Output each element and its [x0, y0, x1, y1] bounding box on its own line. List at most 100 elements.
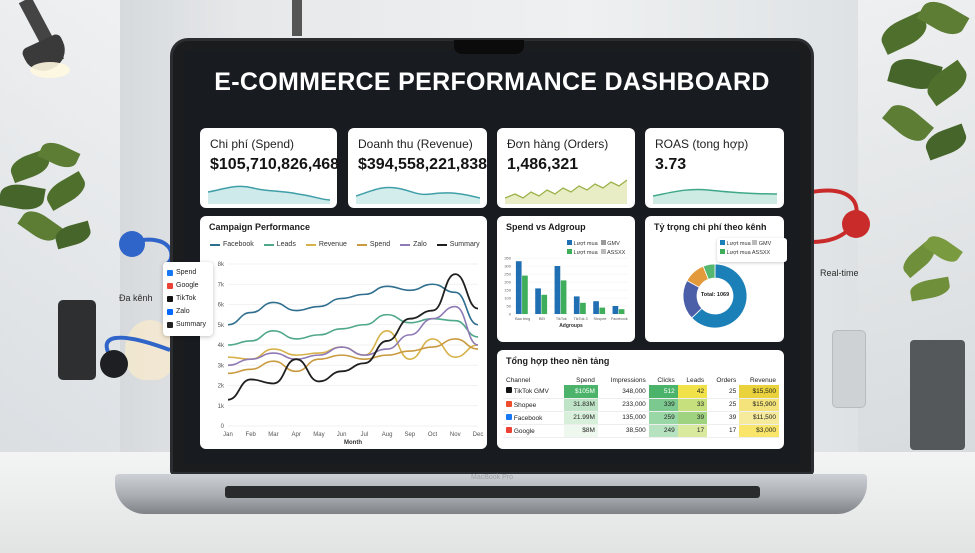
x-tick-label: Jan	[223, 432, 233, 438]
bar	[612, 306, 619, 314]
col-header: Clicks	[657, 376, 675, 384]
summary-icon	[167, 321, 173, 328]
x-tick-label: Apr	[292, 432, 301, 438]
kpi-value: $394,558,221,838	[358, 156, 488, 173]
spend-vs-adgroup-card: Spend vs Adgroup Lượt mua GMV Lượt mua A…	[497, 216, 635, 342]
channel-share-card: Tỷ trọng chi phí theo kênh Lượt mua GMV …	[645, 216, 787, 342]
ring-ball-blue	[119, 231, 145, 257]
kpi-card-roas[interactable]: ROAS (tong hợp) 3.73	[645, 128, 784, 208]
kpi-card-revenue[interactable]: Doanh thu (Revenue) $394,558,221,838	[348, 128, 487, 208]
legend-item: Revenue	[305, 241, 347, 248]
x-tick-label: Dec	[473, 432, 484, 438]
y-tick-label: 300	[504, 264, 511, 269]
col-header: Spend	[576, 376, 595, 384]
ceiling-pole	[292, 0, 302, 36]
bar	[560, 280, 567, 314]
lamp-light	[30, 62, 70, 78]
kpi-sparkline	[653, 188, 777, 204]
bar	[599, 307, 606, 314]
side-legend-item: TikTok	[167, 292, 209, 305]
kpi-sparkline	[208, 185, 330, 204]
plant-right-small	[890, 231, 975, 450]
plant-right	[870, 0, 975, 260]
spend-adgroup-bar-chart: 0 50 100 150 200 250 300 350 Bao tring BEI TikTok T…	[504, 256, 629, 329]
kpi-value: 3.73	[655, 156, 687, 173]
y-tick-label: 1k	[218, 404, 225, 410]
y-tick-label: 8k	[218, 262, 225, 268]
y-tick-label: 200	[504, 280, 511, 285]
x-tick-label: Sep	[404, 432, 415, 438]
col-header: Leads	[686, 376, 705, 384]
y-tick-label: 7k	[218, 282, 225, 288]
x-tick-label: Nov	[450, 432, 461, 438]
legend-item: Summary	[436, 241, 480, 248]
y-tick-label: 150	[504, 288, 511, 293]
card-title: Tổng hợp theo nền tảng	[506, 356, 610, 366]
label-da-kenh: Đa kênh	[119, 293, 153, 303]
legend-item: Leads	[263, 241, 296, 248]
series-line-leads	[227, 313, 479, 346]
table-row[interactable]: TikTok GMV $105M 348,000 512 42 25 $15,5…	[503, 385, 779, 399]
legend-item: Spend	[356, 241, 390, 248]
zalo-icon	[167, 308, 173, 315]
bar	[618, 309, 625, 314]
card-title: Tỷ trọng chi phí theo kênh	[654, 222, 767, 232]
ring-right-decoration	[812, 188, 870, 244]
x-axis-label: Adgroups	[559, 323, 583, 329]
y-tick-label: 5k	[218, 323, 225, 329]
tiktok-icon	[506, 387, 512, 394]
col-header: Channel	[506, 376, 531, 384]
google-icon	[167, 282, 173, 289]
tiktok-icon	[167, 295, 173, 302]
campaign-line-chart: 0 1k 2k 3k 4k 5k 6k 7k 8k Jan Feb Mar Apr May Jun Jul Au…	[218, 262, 484, 446]
bar	[535, 288, 541, 314]
y-tick-label: 350	[504, 256, 511, 261]
x-tick-label: May	[313, 432, 324, 438]
side-legend-item: Google	[167, 279, 209, 292]
table-row[interactable]: Google $8M 38,500 249 17 17 $3,000	[503, 424, 779, 438]
x-tick-label: Aug	[382, 432, 393, 438]
label-real-time: Real-time	[820, 268, 859, 278]
series-line-summary	[227, 273, 479, 401]
bar	[593, 301, 599, 314]
y-tick-label: 250	[504, 272, 511, 277]
side-legend-item: Spend	[167, 266, 209, 279]
x-tick-label: Shopee	[593, 317, 606, 321]
x-tick-label: Mar	[268, 432, 278, 438]
google-icon	[506, 426, 512, 433]
kpi-value: $105,710,826,468	[210, 156, 340, 173]
y-tick-label: 50	[507, 304, 512, 309]
shopee-icon	[506, 400, 512, 407]
x-tick-label: Oct	[428, 432, 438, 438]
bar	[541, 294, 548, 314]
side-legend-item: Zalo	[167, 305, 209, 318]
plant-left	[0, 137, 95, 315]
table-row[interactable]: Shopee 31.83M 233,000 339 33 25 $15,900	[503, 398, 779, 412]
kpi-sparkline	[505, 179, 627, 204]
kpi-card-spend[interactable]: Chi phí (Spend) $105,710,826,468	[200, 128, 340, 208]
x-tick-label: BEI	[539, 317, 545, 321]
donut-center-label: Total: 1069	[700, 292, 730, 298]
kpi-card-orders[interactable]: Đơn hàng (Orders) 1,486,321	[497, 128, 635, 208]
bar	[573, 296, 580, 314]
bar	[522, 275, 528, 314]
kpi-label: ROAS (tong hợp)	[655, 137, 749, 151]
x-tick-label: Facebook	[611, 317, 628, 321]
y-tick-label: 0	[509, 312, 512, 317]
ring-ball-black	[100, 350, 128, 378]
speaker-right	[832, 330, 866, 408]
campaign-legend: Facebook Leads Revenue Spend Zalo Summar…	[210, 241, 480, 248]
x-tick-label: TikTok 3	[574, 317, 588, 321]
campaign-performance-card: Campaign Performance Facebook Leads Reve…	[200, 216, 487, 449]
y-tick-label: 4k	[218, 343, 225, 349]
bar	[580, 302, 586, 314]
kpi-label: Doanh thu (Revenue)	[358, 137, 473, 151]
table-row[interactable]: Facebook 21.99M 135,000 259 39 39 $11,50…	[503, 411, 779, 425]
kpi-value: 1,486,321	[507, 156, 579, 173]
bar	[554, 266, 561, 314]
speaker-left	[58, 300, 96, 380]
table-header-row: Channel Spend Impressions Clicks Leads O…	[503, 375, 779, 385]
x-tick-label: Bao tring	[515, 317, 530, 321]
kpi-label: Đơn hàng (Orders)	[507, 137, 609, 151]
camera-notch	[454, 40, 524, 54]
